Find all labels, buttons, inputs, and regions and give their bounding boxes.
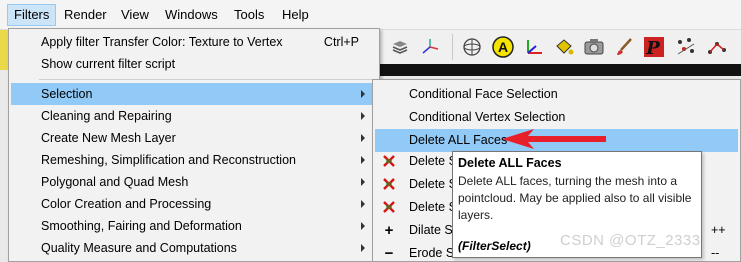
menu-item-quality-measure[interactable]: Quality Measure and Computations [11, 237, 377, 259]
submenu-item-shortcut: -- [711, 246, 720, 260]
submenu-item-label: Delete S [409, 200, 457, 214]
menu-item-label: Apply filter Transfer Color: Texture to … [41, 35, 283, 49]
camera-icon[interactable] [582, 35, 606, 59]
toolbar: A P [380, 30, 741, 64]
menu-item-label: Show current filter script [41, 57, 176, 71]
menu-item-color-creation[interactable]: Color Creation and Processing [11, 193, 377, 215]
menu-item-create-mesh-layer[interactable]: Create New Mesh Layer [11, 127, 377, 149]
menu-item-label: Selection [41, 87, 93, 101]
tooltip-title: Delete ALL Faces [458, 156, 562, 170]
viewport-strip [380, 64, 741, 76]
submenu-item-label: Conditional Face Selection [409, 87, 558, 101]
chevron-right-icon [361, 178, 365, 186]
axis-frame-icon[interactable] [522, 35, 546, 59]
menu-separator [39, 79, 375, 80]
menu-item-remeshing[interactable]: Remeshing, Simplification and Reconstruc… [11, 149, 377, 171]
chevron-right-icon [361, 200, 365, 208]
annotation-arrow-icon [502, 129, 606, 149]
toolbar-separator [452, 34, 453, 60]
left-edge-strip [0, 30, 8, 70]
chevron-right-icon [361, 90, 365, 98]
minus-icon: − [384, 244, 394, 262]
menu-bar: Filters Render View Windows Tools Help [0, 0, 741, 30]
svg-text:P: P [645, 38, 660, 58]
chevron-right-icon [361, 156, 365, 164]
submenu-item-label: Dilate S [409, 223, 453, 237]
filters-menu: Apply filter Transfer Color: Texture to … [8, 28, 380, 262]
delete-cross-icon [381, 199, 397, 215]
menu-item-apply-filter[interactable]: Apply filter Transfer Color: Texture to … [11, 31, 377, 53]
menu-item-label: Quality Measure and Computations [41, 241, 237, 255]
menu-item-label: Polygonal and Quad Mesh [41, 175, 189, 189]
delete-cross-icon [381, 176, 397, 192]
brush-icon[interactable] [612, 35, 636, 59]
chevron-right-icon [361, 244, 365, 252]
watermark: CSDN @OTZ_2333 [560, 232, 701, 249]
chevron-right-icon [361, 134, 365, 142]
svg-text:A: A [498, 39, 508, 55]
menu-item-label: Cleaning and Repairing [41, 109, 172, 123]
menu-item-smoothing[interactable]: Smoothing, Fairing and Deformation [11, 215, 377, 237]
menu-item-shortcut: Ctrl+P [323, 35, 359, 49]
menu-item-cleaning-repairing[interactable]: Cleaning and Repairing [11, 105, 377, 127]
points-select-icon[interactable] [674, 35, 698, 59]
submenu-item-label: Delete ALL Faces [409, 133, 508, 147]
submenu-item-label: Delete S [409, 154, 457, 168]
chevron-right-icon [361, 222, 365, 230]
submenu-item-label: Erode S [409, 246, 455, 260]
sphere-icon[interactable] [460, 35, 484, 59]
menu-render[interactable]: Render [58, 4, 113, 26]
menu-item-label: Create New Mesh Layer [41, 131, 176, 145]
pick-p-icon[interactable]: P [642, 35, 666, 59]
submenu-item-label: Conditional Vertex Selection [409, 110, 566, 124]
menu-item-show-filter-script[interactable]: Show current filter script [11, 53, 377, 75]
menu-item-label: Color Creation and Processing [41, 197, 212, 211]
delete-cross-icon [381, 153, 397, 169]
menu-item-selection[interactable]: Selection [11, 83, 377, 105]
chevron-right-icon [361, 112, 365, 120]
submenu-item-conditional-face[interactable]: Conditional Face Selection [375, 83, 738, 106]
axes-icon[interactable] [418, 35, 442, 59]
menu-item-label: Remeshing, Simplification and Reconstruc… [41, 153, 296, 167]
plus-icon: + [384, 221, 394, 239]
tooltip-footer: (FilterSelect) [458, 239, 531, 253]
paint-bucket-icon[interactable] [552, 35, 576, 59]
menu-view[interactable]: View [115, 4, 155, 26]
menu-filters[interactable]: Filters [7, 4, 57, 26]
points-connect-icon[interactable] [705, 35, 729, 59]
menu-tools[interactable]: Tools [228, 4, 270, 26]
tooltip-body: Delete ALL faces, turning the mesh into … [458, 174, 692, 222]
menu-help[interactable]: Help [276, 4, 315, 26]
submenu-item-label: Delete S [409, 177, 457, 191]
menu-item-polygonal-quad[interactable]: Polygonal and Quad Mesh [11, 171, 377, 193]
submenu-item-shortcut: ++ [711, 223, 726, 237]
menu-windows[interactable]: Windows [159, 4, 224, 26]
layers-icon[interactable] [388, 35, 412, 59]
annotation-a-icon[interactable]: A [491, 35, 515, 59]
menu-item-label: Smoothing, Fairing and Deformation [41, 219, 242, 233]
